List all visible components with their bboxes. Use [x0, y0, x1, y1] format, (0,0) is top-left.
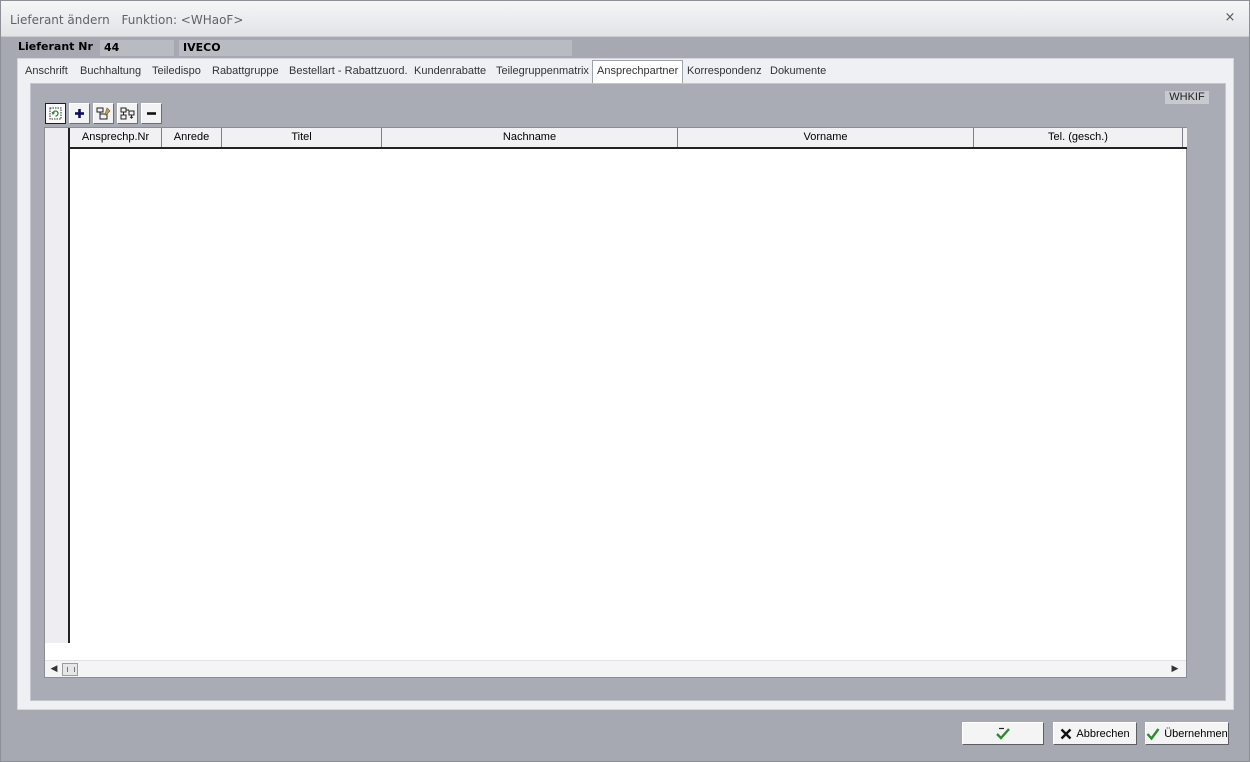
tab-anschrift[interactable]: Anschrift	[25, 65, 68, 81]
apply-button-label: Übernehmen	[1164, 727, 1228, 740]
supplier-number-field: 44	[100, 40, 174, 56]
refresh-button[interactable]	[45, 103, 66, 124]
supplier-edit-window: Lieferant ändern Funktion: <WHaoF> × Lie…	[0, 0, 1250, 762]
scrollbar-thumb[interactable]	[62, 663, 78, 676]
cancel-button[interactable]: Abbrechen	[1053, 722, 1137, 745]
ok-check-icon	[996, 727, 1010, 740]
horizontal-scrollbar[interactable]: ◀ ▶	[45, 660, 1186, 677]
ok-button[interactable]	[962, 722, 1044, 745]
column-header-vorname[interactable]: Vorname	[678, 128, 974, 147]
tab-teiledispo[interactable]: Teiledispo	[152, 65, 201, 81]
tab-bar: Anschrift Buchhaltung Teiledispo Rabattg…	[18, 59, 1233, 84]
window-function-text: Funktion: <WHaoF>	[121, 13, 244, 27]
scroll-right-arrow-icon[interactable]: ▶	[1170, 664, 1180, 674]
tab-bestellart[interactable]: Bestellart - Rabattzuord.	[289, 65, 408, 81]
copy-record-icon	[120, 107, 135, 120]
apply-check-icon	[1146, 727, 1160, 740]
window-title: Lieferant ändern Funktion: <WHaoF>	[10, 13, 251, 27]
scroll-left-arrow-icon[interactable]: ◀	[49, 664, 59, 674]
supplier-name-field: IVECO	[179, 40, 572, 56]
tab-teilegruppenmatrix[interactable]: Teilegruppenmatrix	[496, 65, 589, 81]
delete-button[interactable]	[141, 103, 162, 124]
tab-dokumente[interactable]: Dokumente	[770, 65, 826, 81]
cancel-x-icon	[1061, 728, 1072, 739]
tab-content-ansprechpartner: WHKIF Ansprechp.Nr Anrede Titel Nachname…	[30, 83, 1226, 701]
contacts-grid[interactable]: Ansprechp.Nr Anrede Titel Nachname Vorna…	[44, 127, 1187, 678]
plus-icon	[75, 109, 84, 118]
edit-record-icon	[96, 107, 111, 120]
title-bar: Lieferant ändern Funktion: <WHaoF> ×	[1, 1, 1249, 37]
edit-button[interactable]	[93, 103, 114, 124]
tab-ansprechpartner[interactable]: Ansprechpartner	[592, 60, 684, 84]
close-icon[interactable]: ×	[1223, 11, 1237, 25]
apply-button[interactable]: Übernehmen	[1145, 722, 1229, 745]
column-header-nachname[interactable]: Nachname	[382, 128, 678, 147]
column-header-titel[interactable]: Titel	[222, 128, 382, 147]
grid-row-header	[45, 128, 70, 643]
add-button[interactable]	[69, 103, 90, 124]
tab-kundenrabatte[interactable]: Kundenrabatte	[414, 65, 486, 81]
grid-header-row: Ansprechp.Nr Anrede Titel Nachname Vorna…	[70, 128, 1187, 149]
copy-button[interactable]	[117, 103, 138, 124]
column-header-ansprechp-nr[interactable]: Ansprechp.Nr	[70, 128, 162, 147]
column-header-anrede[interactable]: Anrede	[162, 128, 222, 147]
column-header-tel-gesch[interactable]: Tel. (gesch.)	[974, 128, 1183, 147]
main-panel: Anschrift Buchhaltung Teiledispo Rabattg…	[17, 58, 1234, 710]
tab-korrespondenz[interactable]: Korrespondenz	[687, 65, 762, 81]
window-title-text: Lieferant ändern	[10, 13, 110, 27]
tab-buchhaltung[interactable]: Buchhaltung	[80, 65, 141, 81]
supplier-number-label: Lieferant Nr	[18, 40, 93, 53]
form-code-badge: WHKIF	[1165, 91, 1209, 104]
minus-icon	[147, 112, 156, 115]
refresh-icon	[49, 107, 62, 120]
supplier-header: Lieferant Nr 44 IVECO	[1, 37, 1249, 57]
tab-rabattgruppe[interactable]: Rabattgruppe	[212, 65, 279, 81]
cancel-button-label: Abbrechen	[1076, 727, 1130, 740]
